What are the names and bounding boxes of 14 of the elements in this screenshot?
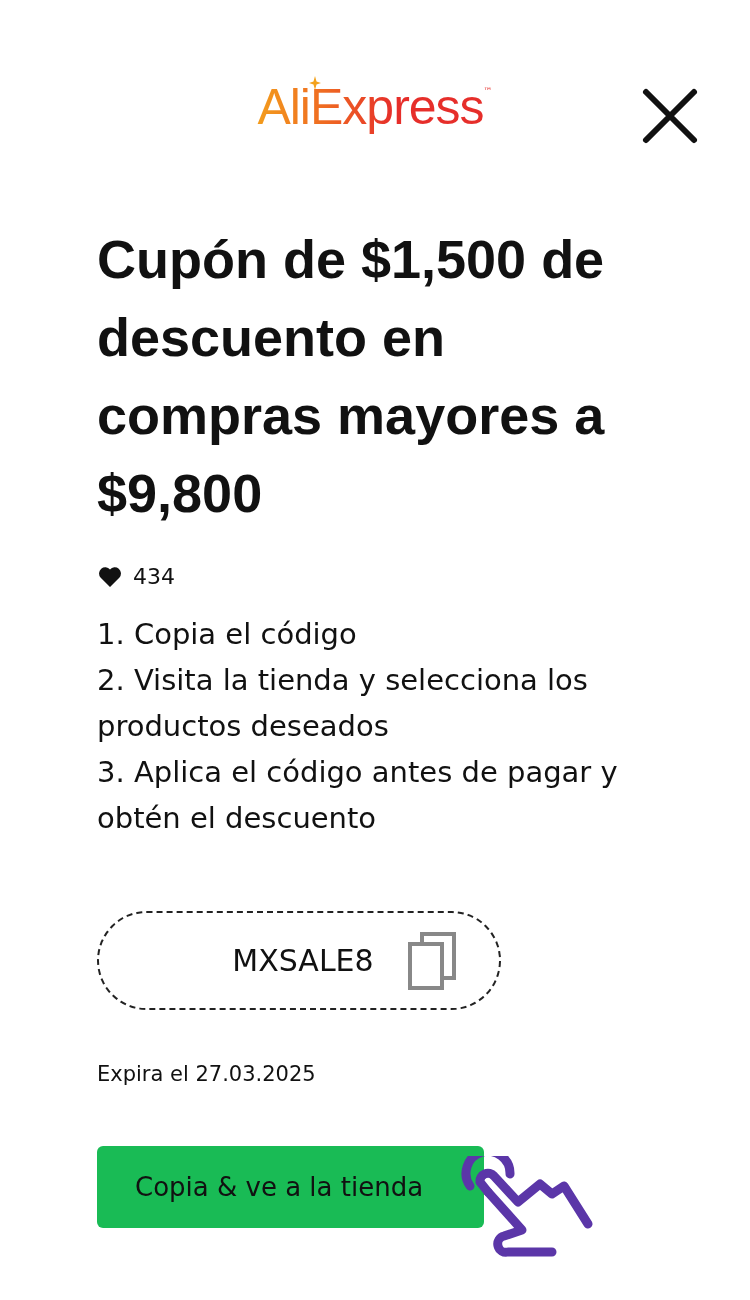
- sparkle-icon: [309, 76, 322, 90]
- instruction-step: 1. Copia el código: [97, 611, 642, 657]
- heart-icon: [97, 565, 123, 588]
- close-icon[interactable]: [640, 86, 700, 146]
- copy-and-go-button[interactable]: Copia & ve a la tienda: [97, 1146, 484, 1228]
- trademark-mark: ™: [483, 86, 493, 96]
- coupon-code-box[interactable]: MXSALE8: [97, 911, 501, 1010]
- coupon-code: MXSALE8: [232, 943, 374, 978]
- instruction-step: 2. Visita la tienda y selecciona los productos deseados: [97, 657, 642, 749]
- coupon-title: Cupón de $1,500 de descuento en compras mayores a $9,800: [97, 228, 606, 525]
- copy-icon[interactable]: [407, 931, 456, 990]
- instruction-step: 3. Aplica el código antes de pagar y obtén el descuento: [97, 749, 642, 841]
- expiry-date: Expira el 27.03.2025: [97, 1062, 317, 1086]
- like-count: 434: [133, 564, 175, 589]
